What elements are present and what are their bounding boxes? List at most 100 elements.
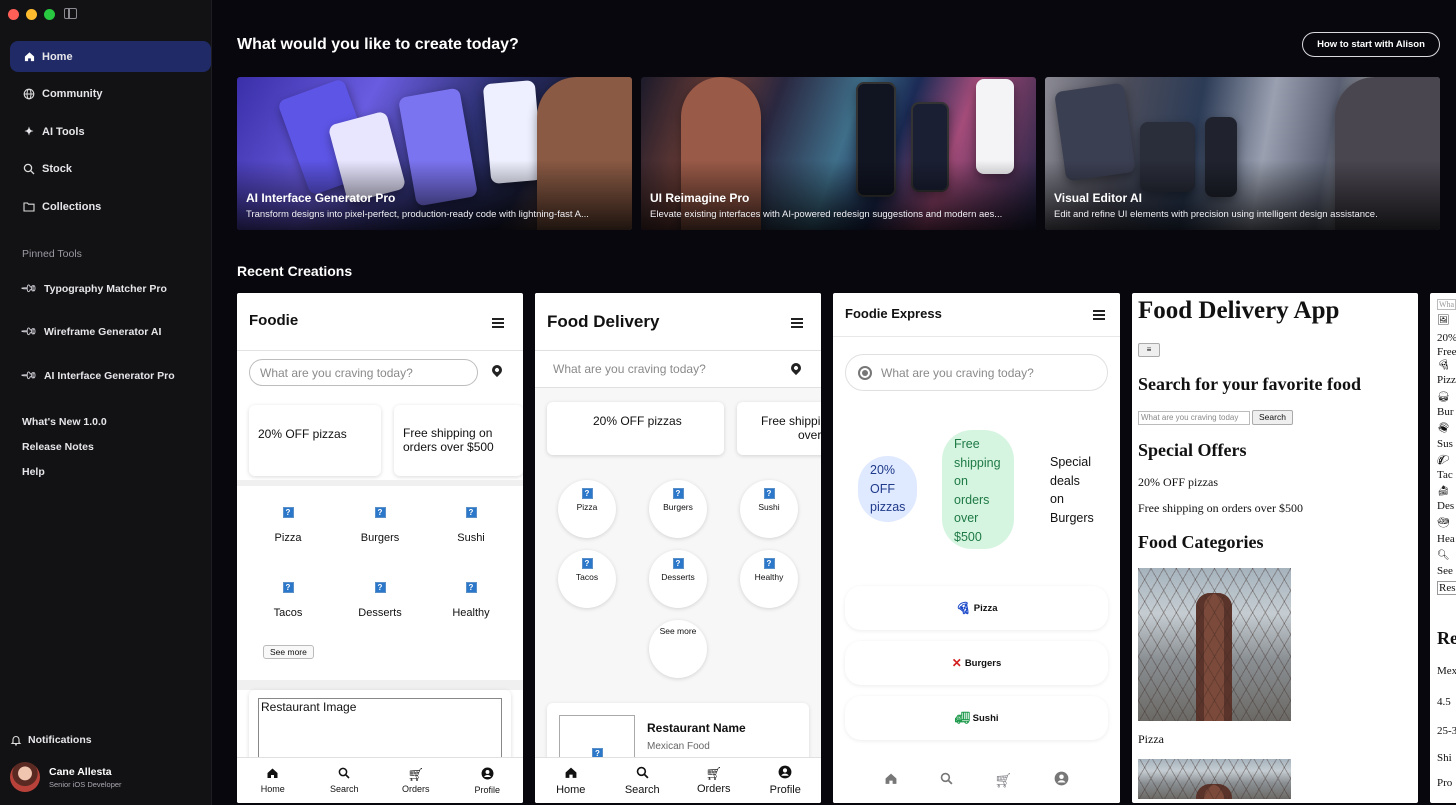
broken-image-icon: ? [465, 507, 477, 518]
user-role: Senior iOS Developer [49, 779, 122, 789]
list-item: Mex [1437, 665, 1456, 677]
app-window: Home Community ✦ AI Tools Stock Collecti… [0, 0, 1456, 805]
category-burgers[interactable]: ? Burgers [348, 506, 412, 544]
pinned-item-wireframe-generator[interactable]: 📌︎ Wireframe Generator AI [19, 323, 161, 341]
hero-card-visual-editor[interactable]: Visual Editor AI Edit and refine UI elem… [1045, 77, 1440, 230]
category-tacos[interactable]: ? Tacos [558, 550, 616, 608]
category-row-sushi[interactable]: 🚚︎ Sushi [845, 696, 1108, 740]
category-label: Healthy [754, 572, 784, 582]
app-title: Food Delivery [547, 312, 660, 331]
category-sushi[interactable]: ? Sushi [439, 506, 503, 544]
close-window-button[interactable] [8, 9, 19, 20]
menu-icon[interactable] [791, 318, 803, 328]
bottom-nav-orders[interactable]: 🛒︎ Orders [678, 758, 750, 803]
menu-button[interactable]: ≡ [1138, 343, 1160, 357]
creation-card-foodie-express[interactable]: Foodie Express What are you craving toda… [833, 293, 1120, 803]
release-notes-link[interactable]: Release Notes [22, 441, 94, 453]
category-pizza[interactable]: ? Pizza [256, 506, 320, 544]
dessert-icon: 🍰︎ [1437, 486, 1450, 497]
how-to-start-button[interactable]: How to start with Alison [1302, 32, 1440, 57]
recent-creations-heading: Recent Creations [237, 263, 353, 279]
creation-card-food-delivery-app[interactable]: Food Delivery App ≡ Search for your favo… [1132, 293, 1418, 803]
creation-card-food-delivery[interactable]: Food Delivery What are you craving today… [535, 293, 821, 803]
nav-item-home[interactable]: Home [10, 41, 211, 72]
folder-icon [22, 200, 36, 214]
location-pin-icon[interactable] [489, 362, 505, 378]
menu-icon[interactable] [1093, 310, 1105, 320]
offer-pill-burgers[interactable]: Special deals on Burgers [1038, 453, 1108, 529]
category-healthy[interactable]: ? Healthy [439, 581, 503, 619]
offer-card[interactable]: Free shipping on orders over $500 [394, 405, 523, 476]
nav-item-collections[interactable]: Collections [10, 191, 211, 222]
image-icon: 🖼︎ [1437, 315, 1450, 326]
list-item[interactable]: Res [1437, 581, 1456, 595]
category-row-burgers[interactable]: ✕ Burgers [845, 641, 1108, 685]
hero-card-ai-interface-generator[interactable]: AI Interface Generator Pro Transform des… [237, 77, 632, 230]
cart-icon[interactable]: 🛒︎ [994, 772, 1012, 789]
broken-image-icon: ? [282, 507, 294, 518]
bottom-nav-home[interactable]: Home [237, 758, 309, 803]
app-title: Foodie Express [845, 306, 942, 321]
search-input[interactable]: What are you craving today? [535, 351, 821, 388]
offer-pill-shipping[interactable]: Free shipping on orders over $500 [942, 430, 1014, 549]
category-burgers[interactable]: ? Burgers [649, 480, 707, 538]
category-tacos[interactable]: ? Tacos [256, 581, 320, 619]
food-categories-heading: Food Categories [1138, 532, 1264, 552]
profile-icon[interactable] [1054, 771, 1069, 789]
restaurant-card[interactable]: ? Restaurant Name Mexican Food [547, 703, 809, 775]
category-row-pizza[interactable]: 🍕︎ Pizza [845, 586, 1108, 630]
pinned-item-typography-matcher[interactable]: 📌︎ Typography Matcher Pro [19, 279, 166, 299]
location-target-icon [858, 366, 872, 380]
nav-label: Collections [42, 200, 102, 213]
offer-card[interactable]: 20% OFF pizzas [249, 405, 381, 476]
offer-pill-pizzas[interactable]: 20% OFF pizzas [858, 456, 917, 522]
creation-card-foodie[interactable]: Foodie What are you craving today? 20% O… [237, 293, 523, 803]
notifications-button[interactable]: Notifications [10, 734, 92, 746]
whats-new-link[interactable]: What's New 1.0.0 [22, 416, 107, 428]
sidebar-toggle-icon[interactable] [64, 8, 77, 19]
search-input[interactable]: Wha [1437, 299, 1456, 310]
offer-line: 20% [870, 463, 896, 477]
profile-icon [481, 767, 494, 783]
pin-icon: 📌︎ [19, 279, 38, 299]
search-icon[interactable] [940, 772, 953, 788]
user-profile[interactable]: Cane Allesta Senior iOS Developer [10, 762, 122, 792]
menu-icon[interactable] [492, 318, 504, 328]
help-link[interactable]: Help [22, 466, 45, 478]
bottom-nav-profile[interactable]: Profile [750, 758, 822, 803]
category-sushi[interactable]: ? Sushi [740, 480, 798, 538]
category-healthy[interactable]: ? Healthy [740, 550, 798, 608]
broken-image-icon: ? [763, 558, 775, 569]
home-icon[interactable] [884, 772, 898, 788]
offer-line: Free [954, 437, 980, 451]
offer-text: 20% OFF pizzas [258, 427, 347, 441]
bottom-nav-search[interactable]: Search [309, 758, 381, 803]
home-icon [564, 766, 578, 782]
see-more-button[interactable]: See more [649, 620, 707, 678]
offer-card[interactable]: Free shippi over [737, 402, 821, 455]
bottom-nav-orders[interactable]: 🛒︎ Orders [380, 758, 452, 803]
bottom-nav-search[interactable]: Search [607, 758, 679, 803]
bottom-nav-profile[interactable]: Profile [452, 758, 524, 803]
category-desserts[interactable]: ? Desserts [649, 550, 707, 608]
category-pizza[interactable]: ? Pizza [558, 480, 616, 538]
category-desserts[interactable]: ? Desserts [348, 581, 412, 619]
see-more-button[interactable]: See more [263, 645, 314, 659]
offer-card[interactable]: 20% OFF pizzas [547, 402, 724, 455]
offer-line: shipping [954, 455, 1001, 470]
home-icon [22, 50, 36, 64]
minimize-window-button[interactable] [26, 9, 37, 20]
bottom-nav-home[interactable]: Home [535, 758, 607, 803]
creation-card-partial[interactable]: Wha 🖼︎ 20% Free 🍕︎ Pizz 🍔︎ Bur 🍣︎ Sus 🌮︎… [1430, 293, 1456, 803]
search-input[interactable]: What are you craving today? [249, 359, 478, 386]
search-button[interactable]: Search [1252, 410, 1293, 425]
search-input[interactable]: What are you craving today? [845, 354, 1108, 391]
nav-item-stock[interactable]: Stock [10, 154, 211, 185]
nav-item-community[interactable]: Community [10, 79, 211, 110]
pinned-item-ai-interface-generator[interactable]: 📌︎ AI Interface Generator Pro [19, 367, 174, 385]
search-input[interactable]: What are you craving today [1138, 411, 1250, 425]
maximize-window-button[interactable] [44, 9, 55, 20]
offer-line: over [954, 511, 979, 525]
nav-item-ai-tools[interactable]: ✦ AI Tools [10, 116, 211, 147]
hero-card-ui-reimagine[interactable]: UI Reimagine Pro Elevate existing interf… [641, 77, 1036, 230]
